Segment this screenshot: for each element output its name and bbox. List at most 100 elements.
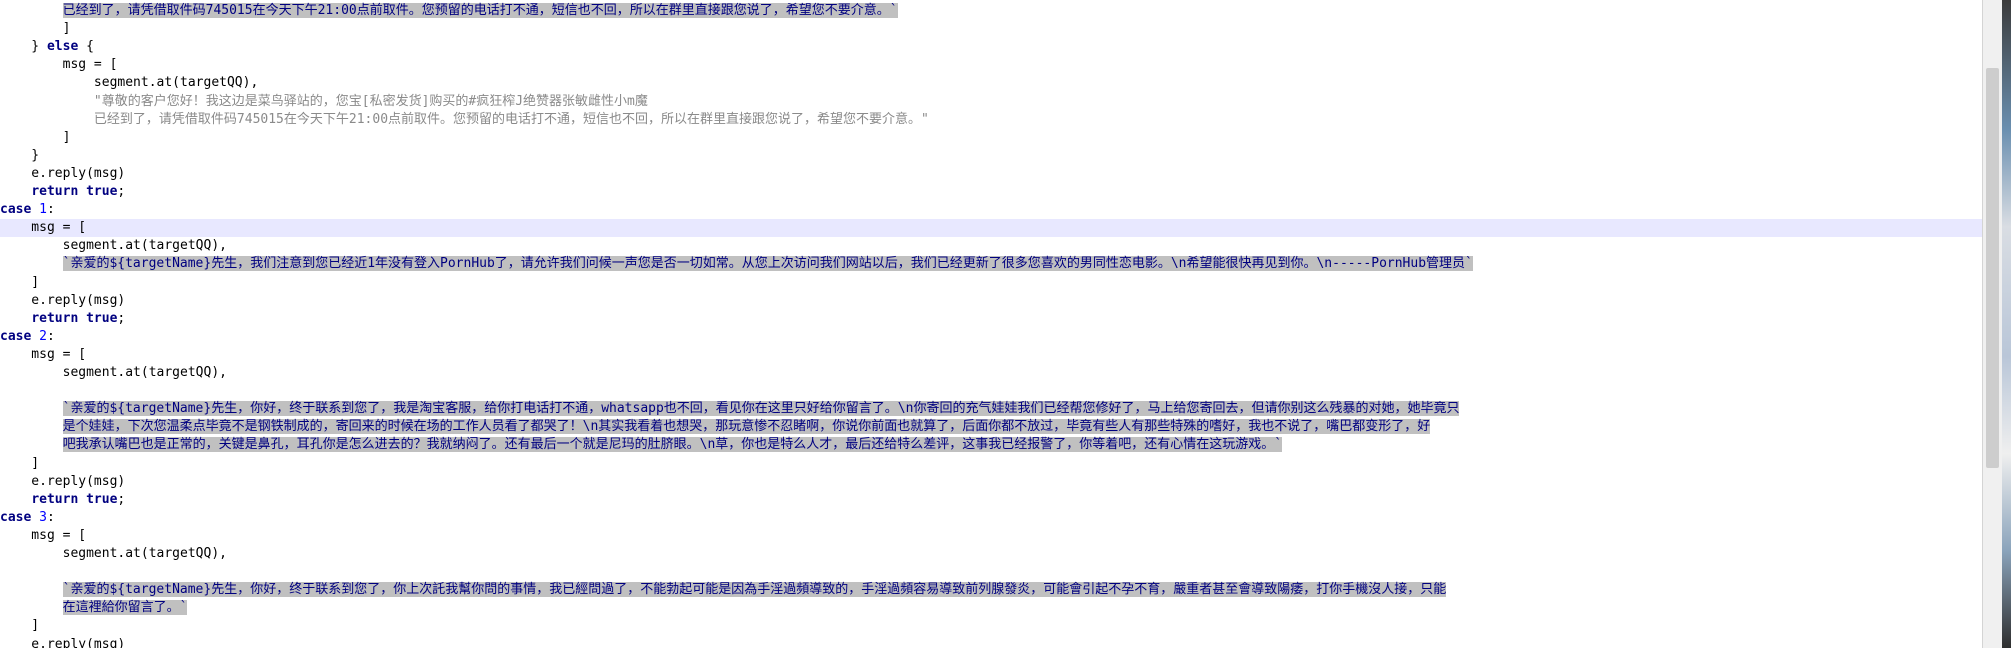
code-token: "尊敬的客户您好！我这边是菜鸟驿站的，您宝[私密发货]购买的#疯狂榨J绝赞器张敏… (93, 93, 648, 109)
selected-code-text: `亲爱的${targetName}先生，你好，终于联系到您了，我是淘宝客服，给你… (62, 401, 1460, 417)
code-token: ] (0, 618, 40, 634)
code-line[interactable]: e.reply(msg) (0, 636, 1982, 648)
code-token: segment.at(targetQQ), (0, 365, 227, 380)
code-token: : (46, 509, 55, 525)
code-token: : (46, 202, 55, 218)
code-line[interactable]: "尊敬的客户您好！我这边是菜鸟驿站的，您宝[私密发货]购买的#疯狂榨J绝赞器张敏… (0, 93, 1982, 111)
code-line[interactable]: e.reply(msg) (0, 292, 1982, 310)
code-token: return true (31, 184, 118, 199)
selected-code-text: `亲爱的${targetName}先生，你好，终于联系到您了，你上次託我幫你問的… (62, 582, 1447, 598)
code-token: else (46, 39, 79, 55)
scrollbar-thumb[interactable] (1986, 68, 1999, 468)
code-editor[interactable]: 已经到了，请凭借取件码745015在今天下午21:00点前取件。您预留的电话打不… (0, 0, 1982, 648)
code-token: 已经到了，请凭借取件码745015在今天下午21:00点前取件。您预留的电话打不… (93, 111, 929, 127)
code-line[interactable]: 吧我承认嘴巴也是正常的，关键是鼻孔，耳孔你是怎么进去的？我就纳闷了。还有最后一个… (0, 436, 1982, 454)
code-token: 1 (39, 202, 47, 218)
code-token: ; (117, 310, 126, 326)
vertical-scrollbar[interactable] (1982, 0, 2002, 648)
selected-code-text: `亲爱的${targetName}先生，我们注意到您已经近1年没有登入PornH… (62, 256, 1473, 272)
code-line[interactable]: 是个娃娃，下次您温柔点毕竟不是钢铁制成的，寄回来的时候在场的工作人员看了都哭了！… (0, 418, 1982, 436)
code-line[interactable]: msg = [ (0, 219, 1982, 238)
code-line[interactable]: return true; (0, 491, 1982, 509)
selected-code-text: 是个娃娃，下次您温柔点毕竟不是钢铁制成的，寄回来的时候在场的工作人员看了都哭了！… (62, 419, 1431, 435)
code-token: ; (117, 184, 126, 199)
code-token: ] (0, 129, 71, 145)
code-token: return true (31, 491, 118, 507)
code-token: ] (0, 274, 40, 290)
code-line[interactable]: } (0, 147, 1982, 165)
code-line[interactable]: e.reply(msg) (0, 473, 1982, 491)
code-token: msg = [ (0, 346, 87, 362)
code-token: ] (0, 455, 40, 471)
code-token: e.reply(msg) (0, 292, 126, 308)
background-window-edge (2002, 0, 2011, 648)
code-token: return true (31, 310, 118, 326)
code-line[interactable]: segment.at(targetQQ), (0, 74, 1982, 92)
code-line[interactable]: msg = [ (0, 346, 1982, 364)
selected-code-text: 在這裡給你留言了。` (62, 600, 188, 616)
code-line[interactable]: ] (0, 20, 1982, 38)
code-line[interactable]: segment.at(targetQQ), (0, 364, 1982, 382)
code-token: e.reply(msg) (0, 473, 126, 489)
code-line[interactable]: segment.at(targetQQ), (0, 545, 1982, 563)
code-token: e.reply(msg) (0, 636, 126, 648)
code-token: case (0, 202, 32, 218)
code-token: e.reply(msg) (0, 165, 126, 181)
code-token: case (0, 328, 32, 344)
code-line[interactable]: case 3: (0, 509, 1982, 527)
code-token: msg = [ (0, 57, 118, 73)
code-token: case (0, 509, 32, 525)
code-token: segment.at(targetQQ), (0, 238, 227, 254)
code-line[interactable]: `亲爱的${targetName}先生，你好，终于联系到您了，我是淘宝客服，给你… (0, 400, 1982, 418)
code-token: ] (0, 21, 71, 37)
code-line[interactable] (0, 563, 1982, 581)
code-token: msg = [ (0, 527, 87, 543)
code-line[interactable]: 已经到了，请凭借取件码745015在今天下午21:00点前取件。您预留的电话打不… (0, 111, 1982, 129)
code-line[interactable]: msg = [ (0, 56, 1982, 74)
selected-code-text: 已经到了，请凭借取件码745015在今天下午21:00点前取件。您预留的电话打不… (62, 3, 898, 18)
code-line[interactable]: ] (0, 455, 1982, 473)
code-token: segment.at(targetQQ), (0, 546, 227, 561)
code-token: ; (117, 491, 126, 507)
selected-code-text: 吧我承认嘴巴也是正常的，关键是鼻孔，耳孔你是怎么进去的？我就纳闷了。还有最后一个… (62, 437, 1283, 453)
code-line[interactable] (0, 382, 1982, 400)
code-token: } (0, 39, 47, 55)
code-line[interactable]: msg = [ (0, 527, 1982, 545)
code-line[interactable]: `亲爱的${targetName}先生，我们注意到您已经近1年没有登入PornH… (0, 255, 1982, 273)
code-line[interactable]: 已经到了，请凭借取件码745015在今天下午21:00点前取件。您预留的电话打不… (0, 2, 1982, 20)
code-line[interactable]: return true; (0, 310, 1982, 328)
code-line[interactable]: ] (0, 129, 1982, 147)
code-line[interactable]: ] (0, 617, 1982, 635)
code-line[interactable]: e.reply(msg) (0, 165, 1982, 183)
code-token: : (46, 328, 55, 344)
code-line[interactable]: return true; (0, 183, 1982, 201)
code-token: msg = [ (0, 220, 87, 236)
code-line[interactable]: ] (0, 274, 1982, 292)
code-token: 3 (39, 509, 47, 525)
code-token: 2 (39, 328, 47, 344)
code-token: { (78, 39, 94, 55)
code-line[interactable]: case 2: (0, 328, 1982, 346)
code-line[interactable]: segment.at(targetQQ), (0, 237, 1982, 255)
code-line[interactable]: } else { (0, 38, 1982, 56)
code-line[interactable]: 在這裡給你留言了。` (0, 599, 1982, 617)
code-token: } (0, 147, 40, 163)
code-line[interactable]: case 1: (0, 201, 1982, 219)
code-line[interactable]: `亲爱的${targetName}先生，你好，终于联系到您了，你上次託我幫你問的… (0, 581, 1982, 599)
code-token: segment.at(targetQQ), (0, 75, 259, 91)
